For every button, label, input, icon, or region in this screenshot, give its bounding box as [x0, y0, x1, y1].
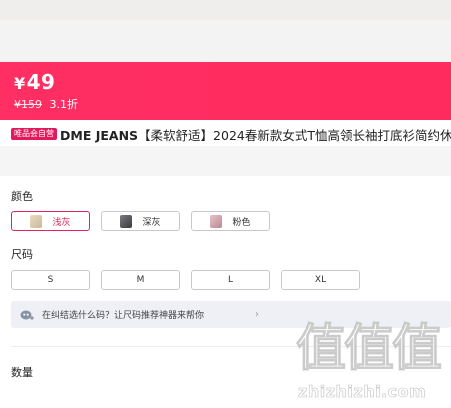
brand-name: DME JEANS: [60, 128, 139, 143]
color-option-label: 深灰: [142, 217, 161, 228]
size-option-xl[interactable]: XL: [281, 270, 360, 290]
size-option-m[interactable]: M: [101, 270, 180, 290]
size-option-l[interactable]: L: [191, 270, 270, 290]
discount-rate: 3.1折: [49, 98, 79, 111]
color-thumbnail: [30, 214, 43, 228]
original-price-row: ¥159 3.1折: [14, 96, 78, 112]
product-title: DME JEANS【柔软舒适】2024春新款女式T恤高领长袖打底衫简约休闲上: [60, 125, 451, 144]
color-option-label: 粉色: [232, 217, 251, 228]
currency-symbol: ¥: [14, 74, 26, 93]
size-option-s[interactable]: S: [11, 270, 90, 290]
color-option-label: 浅灰: [52, 217, 71, 228]
product-title-row: 唯品会自营 DME JEANS【柔软舒适】2024春新款女式T恤高领长袖打底衫简…: [0, 120, 451, 146]
chevron-right-icon: ›: [255, 309, 259, 320]
self-operated-badge: 唯品会自营: [11, 128, 57, 140]
size-recommendation-text: 在纠结选什么码？让尺码推荐神器来帮你: [42, 311, 205, 321]
color-option-light-gray[interactable]: 浅灰: [11, 211, 90, 231]
color-thumbnail: [210, 214, 223, 228]
size-recommendation-banner[interactable]: 在纠结选什么码？让尺码推荐神器来帮你 ›: [11, 301, 451, 328]
color-option-dark-gray[interactable]: 深灰: [101, 211, 180, 231]
color-section-label: 颜色: [11, 190, 33, 203]
original-price: ¥159: [14, 98, 42, 111]
color-option-pink[interactable]: 粉色: [191, 211, 270, 231]
title-text: 【柔软舒适】2024春新款女式T恤高领长袖打底衫简约休闲上: [138, 128, 451, 143]
size-robot-icon: [20, 309, 34, 321]
divider: [11, 346, 451, 347]
color-thumbnail: [120, 214, 133, 228]
price-value: 49: [26, 70, 56, 94]
current-price: ¥49: [14, 70, 55, 94]
quantity-label: 数量: [11, 366, 33, 379]
section-gap: [0, 146, 451, 176]
top-image-area: [0, 0, 451, 62]
price-banner: ¥49 ¥159 3.1折: [0, 62, 451, 120]
size-section-label: 尺码: [11, 248, 33, 261]
